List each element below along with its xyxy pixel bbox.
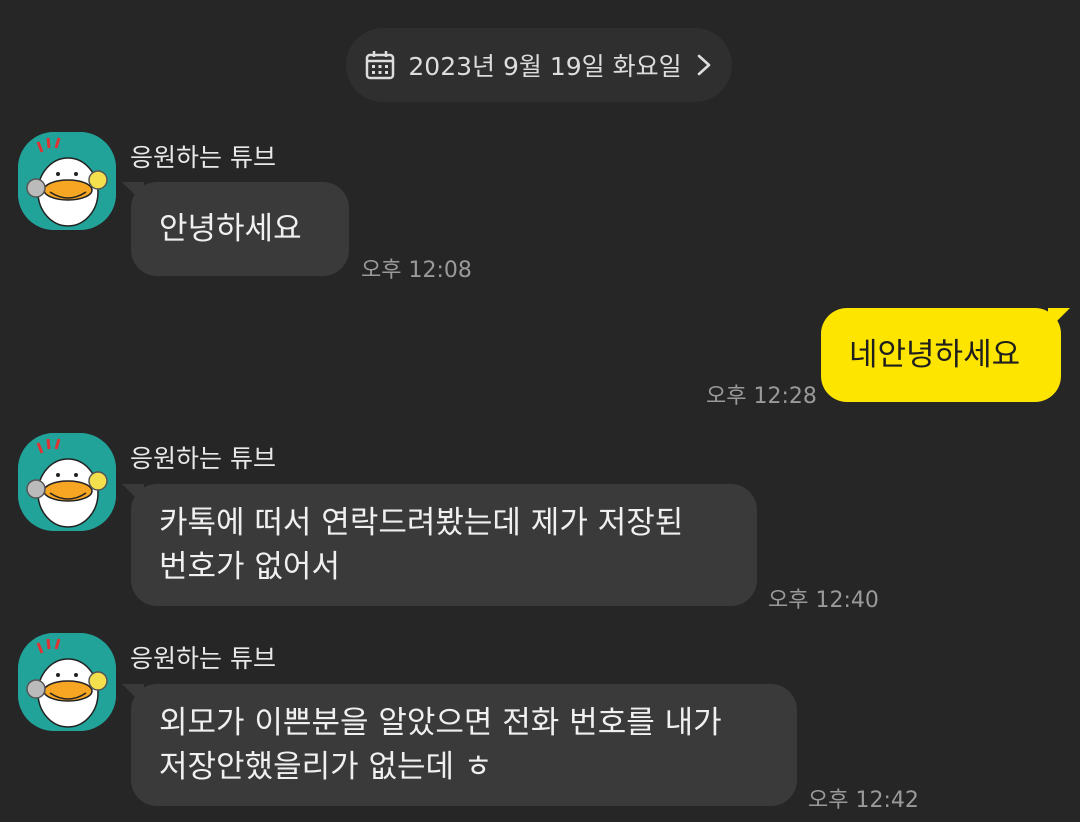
message-time: 오후 12:08 <box>361 258 472 283</box>
calendar-icon <box>364 49 396 81</box>
message-time: 오후 12:42 <box>808 788 919 813</box>
avatar[interactable] <box>18 633 116 731</box>
sender-name: 응원하는 튜브 <box>130 644 276 673</box>
message-bubble[interactable]: 외모가 이쁜분을 알았으면 전화 번호를 내가 저장안했을리가 없는데 ㅎ <box>131 684 797 806</box>
message-bubble[interactable]: 카톡에 떠서 연락드려봤는데 제가 저장된 번호가 없어서 <box>131 484 757 606</box>
date-label: 2023년 9월 19일 화요일 <box>408 52 682 81</box>
my-message-bubble[interactable]: 네안녕하세요 <box>821 308 1061 402</box>
profile-character-icon <box>18 132 116 230</box>
message-bubble[interactable]: 안녕하세요 <box>131 182 349 276</box>
message-time: 오후 12:40 <box>768 588 879 613</box>
avatar[interactable] <box>18 433 116 531</box>
profile-character-icon <box>18 433 116 531</box>
sender-name: 응원하는 튜브 <box>130 444 276 473</box>
sender-name: 응원하는 튜브 <box>130 143 276 172</box>
message-time: 오후 12:28 <box>706 384 817 409</box>
chevron-right-icon <box>694 53 714 77</box>
chat-room: 2023년 9월 19일 화요일 응원하는 튜브 안녕하세요 오후 12:08 … <box>0 0 1080 822</box>
avatar[interactable] <box>18 132 116 230</box>
date-header[interactable]: 2023년 9월 19일 화요일 <box>346 28 732 102</box>
profile-character-icon <box>18 633 116 731</box>
